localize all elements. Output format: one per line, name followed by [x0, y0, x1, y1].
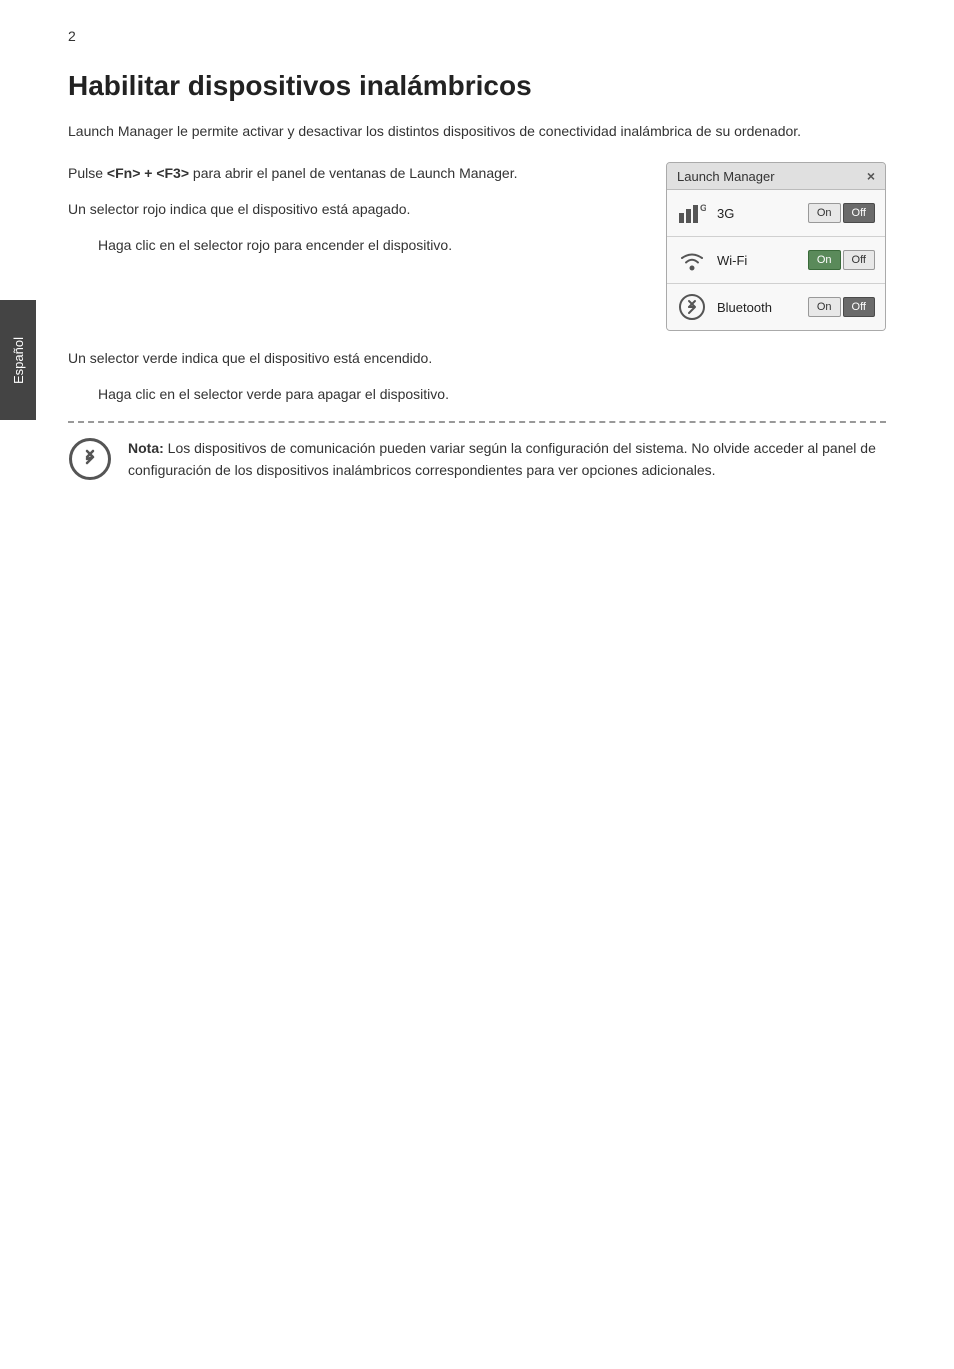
launch-manager-window: Launch Manager × G 3G: [666, 162, 886, 331]
device-name-wifi: Wi-Fi: [717, 253, 808, 268]
bluetooth-off-button[interactable]: Off: [843, 297, 875, 317]
note-bluetooth-icon: [69, 438, 111, 480]
toggle-3g: On Off: [808, 203, 875, 223]
close-button[interactable]: ×: [867, 168, 875, 184]
sidebar-label: Español: [0, 300, 36, 420]
bluetooth-icon: [677, 292, 707, 322]
device-name-3g: 3G: [717, 206, 808, 221]
note-icon-wrap: [68, 437, 112, 481]
page-title: Habilitar dispositivos inalámbricos: [68, 70, 886, 102]
svg-text:G: G: [700, 203, 706, 213]
wifi-off-button[interactable]: Off: [843, 250, 875, 270]
device-row-wifi: Wi-Fi On Off: [667, 237, 885, 284]
device-name-bluetooth: Bluetooth: [717, 300, 808, 315]
wifi-icon: [677, 245, 707, 275]
page-number: 2: [68, 28, 76, 44]
note-box: Nota: Los dispositivos de comunicación p…: [68, 421, 886, 494]
device-row-bluetooth: Bluetooth On Off: [667, 284, 885, 330]
note-text: Nota: Los dispositivos de comunicación p…: [128, 437, 886, 482]
toggle-wifi: On Off: [808, 250, 875, 270]
note-bold: Nota:: [128, 440, 164, 456]
intro-paragraph: Launch Manager le permite activar y desa…: [68, 120, 886, 142]
wifi-on-button[interactable]: On: [808, 250, 841, 270]
3g-off-button[interactable]: Off: [843, 203, 875, 223]
red-action-paragraph: Haga clic en el selector rojo para encen…: [98, 234, 636, 258]
launch-manager-titlebar: Launch Manager ×: [667, 163, 885, 190]
note-body: Los dispositivos de comunicación pueden …: [128, 440, 876, 478]
bluetooth-on-button[interactable]: On: [808, 297, 841, 317]
red-selector-paragraph: Un selector rojo indica que el dispositi…: [68, 198, 636, 222]
device-row-3g: G 3G On Off: [667, 190, 885, 237]
launch-manager-title: Launch Manager: [677, 169, 775, 184]
green-selector-paragraph: Un selector verde indica que el disposit…: [68, 347, 886, 371]
toggle-bluetooth: On Off: [808, 297, 875, 317]
3g-icon: G: [677, 198, 707, 228]
3g-on-button[interactable]: On: [808, 203, 841, 223]
pulse-paragraph: Pulse <Fn> + <F3> para abrir el panel de…: [68, 162, 636, 186]
green-action-paragraph: Haga clic en el selector verde para apag…: [98, 383, 886, 407]
